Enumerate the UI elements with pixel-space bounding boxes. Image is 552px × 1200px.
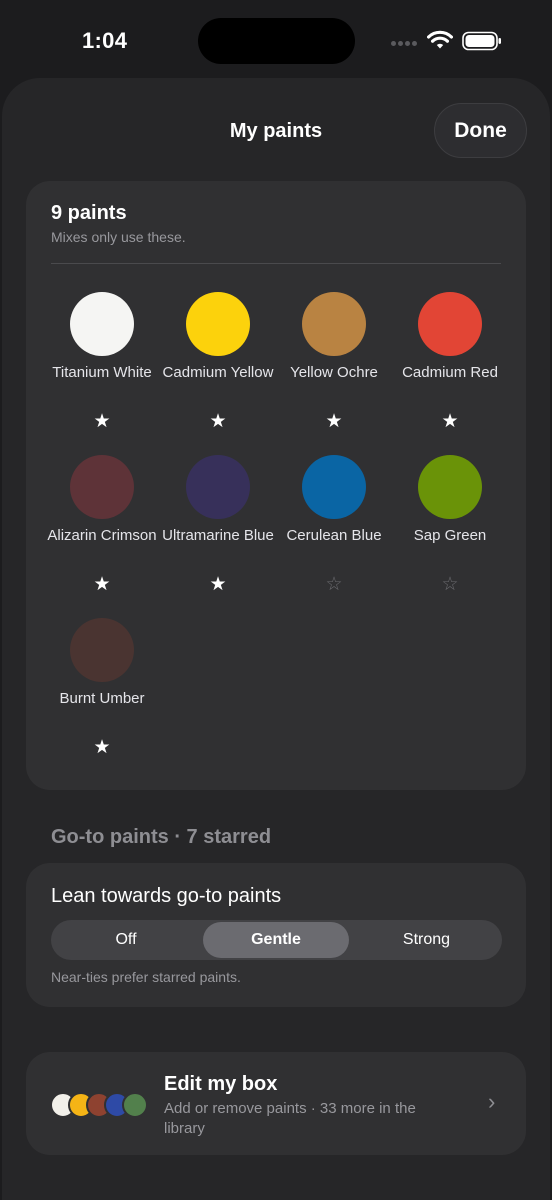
star-filled-icon[interactable]: ★ — [92, 412, 112, 432]
wifi-icon — [427, 30, 453, 49]
star-filled-icon[interactable]: ★ — [92, 575, 112, 595]
done-button[interactable]: Done — [434, 103, 527, 158]
star-filled-icon[interactable]: ★ — [92, 738, 112, 758]
mini-swatch — [122, 1092, 148, 1118]
paint-swatch — [70, 618, 134, 682]
star-outline-icon[interactable]: ☆ — [324, 575, 344, 595]
paint-swatch — [186, 292, 250, 356]
chevron-right-icon: › — [488, 1089, 496, 1114]
star-filled-icon[interactable]: ★ — [208, 575, 228, 595]
star-filled-icon[interactable]: ★ — [440, 412, 460, 432]
lean-card: Lean towards go-to paints Off Gentle Str… — [26, 863, 526, 1007]
paint-swatch — [70, 455, 134, 519]
paints-count: 9 paints — [51, 202, 127, 224]
paint-swatch — [302, 292, 366, 356]
paint-name: Cerulean Blue — [286, 527, 382, 544]
divider — [51, 263, 501, 264]
paints-card: 9 paints Mixes only use these. Titanium … — [26, 181, 526, 790]
edit-box-subtitle: Add or remove paints · 33 more in the li… — [164, 1100, 416, 1137]
paint-name: Sap Green — [413, 527, 487, 544]
lean-title: Lean towards go-to paints — [51, 885, 282, 907]
cellular-signal-icon — [391, 41, 419, 47]
status-bar: 1:04 — [0, 0, 552, 80]
paint-name: Alizarin Crimson — [47, 527, 157, 544]
edit-box-card[interactable]: Edit my box Add or remove paints · 33 mo… — [26, 1052, 526, 1155]
paint-swatch — [418, 455, 482, 519]
paint-name: Cadmium Yellow — [162, 364, 274, 381]
segment-strong[interactable]: Strong — [351, 920, 502, 960]
lean-note: Near-ties prefer starred paints. — [51, 969, 241, 985]
star-filled-icon[interactable]: ★ — [324, 412, 344, 432]
dynamic-island — [198, 18, 355, 64]
segment-off[interactable]: Off — [51, 920, 201, 960]
battery-icon — [462, 31, 501, 51]
paint-name: Burnt Umber — [59, 690, 145, 707]
star-outline-icon[interactable]: ☆ — [440, 575, 460, 595]
paint-swatch — [302, 455, 366, 519]
paint-swatch — [186, 455, 250, 519]
paint-swatch — [70, 292, 134, 356]
star-filled-icon[interactable]: ★ — [208, 412, 228, 432]
status-time: 1:04 — [82, 28, 128, 53]
paint-name: Cadmium Red — [402, 364, 498, 381]
segment-gentle[interactable]: Gentle — [203, 922, 349, 958]
paint-name: Titanium White — [52, 364, 152, 381]
paint-name: Ultramarine Blue — [162, 527, 274, 544]
paint-name: Yellow Ochre — [290, 364, 378, 381]
edit-box-title: Edit my box — [164, 1073, 278, 1095]
paint-swatch — [418, 292, 482, 356]
lean-segmented-control: Off Gentle Strong — [51, 920, 502, 960]
goto-section-title: Go-to paints · 7 starred — [51, 826, 272, 848]
paints-subtitle: Mixes only use these. — [51, 229, 186, 245]
